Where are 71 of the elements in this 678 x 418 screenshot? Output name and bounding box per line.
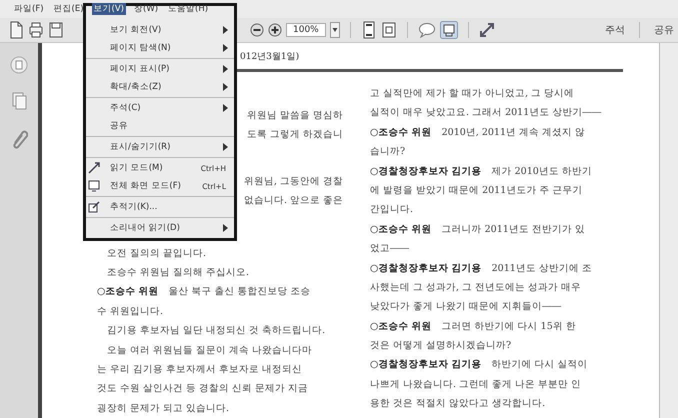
- text-line: 수 위원입니다.: [97, 304, 164, 319]
- menu-item[interactable]: 공유: [86, 117, 234, 135]
- text-line: 김기용 후보자님 일단 내정되신 것 축하드립니다.: [106, 324, 326, 338]
- text-line: 에 발령을 받았기 때문에 2011년도가 주 근무기: [370, 184, 584, 198]
- text-line: 는 우리 김기용 후보자께서 후보자로 내정되신: [97, 362, 304, 377]
- text-line: ○조승수 위원 그러니까 2011년도 전반기가 있: [370, 222, 586, 237]
- text-line: 것도 수원 살인사건 등 경찰의 신뢰 문제가 지금: [97, 382, 310, 396]
- submenu-arrow-icon: [223, 104, 228, 112]
- text-line: 오늘 여러 위원님들 질문이 계속 나왔습니다마: [106, 344, 314, 358]
- page-thumbnail-icon[interactable]: [10, 55, 28, 75]
- text-line: ○조승수 위원 2010년, 2011년 계속 계셨지 않: [370, 126, 586, 140]
- submenu-arrow-icon: [223, 65, 228, 73]
- menu-bar-item[interactable]: 편집(E): [52, 3, 86, 15]
- submenu-arrow-icon: [223, 26, 228, 34]
- menu-item[interactable]: 주석(C): [86, 99, 234, 117]
- zoom-field[interactable]: 100%: [286, 23, 326, 37]
- submenu-arrow-icon: [223, 44, 228, 52]
- text-line: ○경찰청장후보자 김기용 2011년도 상반기에 조: [370, 262, 593, 276]
- text-line: 것은 어떻게 설명하시겠습니까?: [370, 339, 512, 354]
- menu-bar-item[interactable]: 도움말(H): [166, 3, 210, 15]
- submenu-arrow-icon: [223, 83, 228, 91]
- menu-item[interactable]: 확대/축소(Z): [86, 78, 234, 96]
- text-line: 사했는데 그 성과가, 그 전년도에는 성과가 매우: [370, 280, 582, 295]
- menu-bar-item[interactable]: 파일(F): [12, 3, 46, 15]
- menu-item[interactable]: 소리내어 읽기(D): [86, 219, 234, 237]
- menu-item[interactable]: 추적기(K)...: [86, 198, 234, 216]
- text-line: 오전 질의의 끝입니다.: [106, 246, 208, 261]
- text-line: 낮았다가 좋게 나왔기 때문에 지휘들이――: [370, 300, 562, 314]
- zoom-in-icon[interactable]: [268, 23, 282, 37]
- text-line: 조승수 위원님 질의해 주십시오.: [106, 266, 250, 280]
- text-line: 었고――: [370, 242, 410, 256]
- menu-item[interactable]: 페이지 탐색(N): [86, 39, 234, 57]
- menu-item[interactable]: 보기 회전(V): [86, 21, 234, 39]
- text-line: 나쁘게 나왔습니다. 그런데 좋게 나온 부분만 인: [370, 378, 582, 392]
- pencil-box-icon: [88, 201, 100, 213]
- submenu-arrow-icon: [223, 224, 228, 232]
- menu-bar-item[interactable]: 창(W): [132, 3, 160, 15]
- text-line: ○경찰청장후보자 김기용 제가 2010년도 하반기: [370, 164, 593, 179]
- comment-icon[interactable]: [418, 22, 436, 38]
- text-line: 없습니다. 앞으로 좋은: [244, 194, 343, 208]
- text-line: 용한 것은 적절치 않았다고 생각합니다.: [370, 397, 546, 412]
- monitor-icon: [88, 180, 100, 192]
- toolbar-button[interactable]: 주석: [601, 23, 629, 37]
- toolbar-button[interactable]: 공유: [650, 23, 678, 37]
- menu-bar-item[interactable]: 보기(V): [92, 3, 126, 15]
- submenu-arrow-icon: [223, 143, 228, 151]
- text-line: 간입니다.: [370, 203, 414, 218]
- text-line: ○경찰청장후보자 김기용 하반기에 다시 실적이: [370, 358, 589, 372]
- pages-icon[interactable]: [10, 91, 28, 111]
- text-line: 위원님 말씀을 명심하: [246, 109, 343, 123]
- expand-icon[interactable]: [478, 22, 495, 38]
- text-line: ○조승수 위원 울산 북구 출신 통합진보당 조승: [97, 285, 312, 300]
- text-line: 습니까?: [370, 145, 406, 160]
- document-header: 012년3월1일): [240, 51, 300, 63]
- text-line: ○조승수 위원 그러면 하반기에 다시 15위 한: [370, 320, 577, 334]
- zoom-out-icon[interactable]: [250, 23, 264, 37]
- printer-icon[interactable]: [28, 21, 44, 39]
- text-line: 고 실적만에 제가 할 때가 아니었고, 그 당시에: [370, 87, 576, 101]
- menu-item[interactable]: 표시/숨기기(R): [86, 138, 234, 156]
- document-icon[interactable]: [8, 21, 24, 39]
- menu-item[interactable]: 페이지 표시(P): [86, 60, 234, 78]
- fit-width-icon[interactable]: [380, 21, 397, 39]
- text-line: 실적이 매우 낮았고요. 그래서 2011년도 상반기――: [370, 106, 602, 120]
- highlight-icon[interactable]: [440, 21, 458, 39]
- fit-page-icon[interactable]: [360, 21, 377, 39]
- arrow-icon: [88, 162, 100, 174]
- dropdown-icon[interactable]: [330, 22, 340, 38]
- text-line: 위원님, 그동안에 경찰: [244, 174, 343, 189]
- save-icon[interactable]: [48, 21, 64, 39]
- text-line: 굉장히 문제가 되고 있습니다.: [97, 402, 230, 416]
- text-line: 도록 그렇게 하겠습니: [246, 128, 343, 142]
